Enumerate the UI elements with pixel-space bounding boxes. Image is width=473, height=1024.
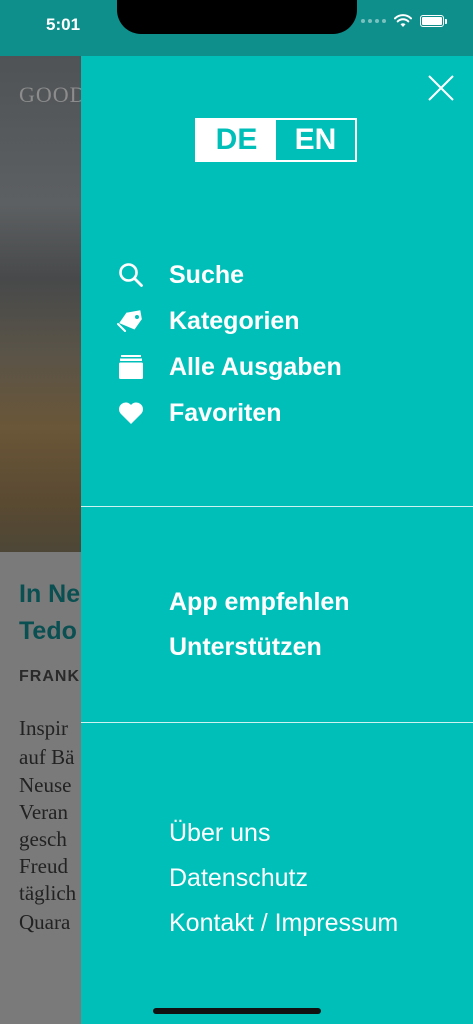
- menu-item-label: Favoriten: [169, 398, 282, 427]
- article-body-line: Veran: [19, 800, 68, 824]
- article-body-line: Neuse: [19, 773, 72, 797]
- language-de-button[interactable]: DE: [197, 120, 276, 160]
- close-icon[interactable]: [427, 74, 455, 102]
- article-body-line: Freud: [19, 854, 68, 878]
- article-body-line: gesch: [19, 827, 67, 851]
- tag-icon: [117, 307, 145, 335]
- menu-item-label: Suche: [169, 260, 245, 289]
- article-body-line: Inspir: [19, 716, 68, 740]
- menu-item-label: Alle Ausgaben: [169, 352, 342, 381]
- heart-icon: [117, 399, 145, 427]
- contact-imprint-link[interactable]: Kontakt / Impressum: [169, 901, 398, 946]
- main-menu: Suche Kategorien Alle Ausgaben Favoriten: [117, 252, 342, 436]
- about-link[interactable]: Über uns: [169, 811, 398, 856]
- secondary-links: App empfehlen Unterstützen: [169, 580, 350, 670]
- divider: [81, 722, 473, 723]
- support-link[interactable]: Unterstützen: [169, 625, 350, 670]
- navigation-drawer: DE EN Suche Kategorien Alle Ausgaben Fav…: [81, 56, 473, 1024]
- article-author: FRANK: [19, 668, 80, 685]
- status-time: 5:01: [46, 15, 81, 34]
- archive-icon: [117, 353, 145, 381]
- home-indicator[interactable]: [153, 1008, 321, 1014]
- article-title-line-1: In Ne: [19, 580, 81, 608]
- recommend-app-link[interactable]: App empfehlen: [169, 580, 350, 625]
- device-notch: [117, 0, 357, 34]
- app-screen: GOOD In Ne Tedo FRANK Inspir auf Bä Neus…: [0, 0, 473, 1024]
- article-body-line: täglich: [19, 881, 77, 905]
- signal-icon: [361, 19, 386, 23]
- language-en-button[interactable]: EN: [276, 120, 355, 160]
- footer-links: Über uns Datenschutz Kontakt / Impressum: [169, 811, 398, 946]
- status-icons: [361, 14, 447, 28]
- language-switcher: DE EN: [195, 118, 357, 162]
- divider: [81, 506, 473, 507]
- menu-item-suche[interactable]: Suche: [117, 252, 342, 298]
- wifi-icon: [394, 14, 412, 27]
- privacy-link[interactable]: Datenschutz: [169, 856, 398, 901]
- menu-item-kategorien[interactable]: Kategorien: [117, 298, 342, 344]
- menu-item-alle-ausgaben[interactable]: Alle Ausgaben: [117, 344, 342, 390]
- article-body-line: auf Bä: [19, 745, 75, 769]
- search-icon: [117, 261, 145, 289]
- menu-item-label: Kategorien: [169, 306, 300, 335]
- menu-item-favoriten[interactable]: Favoriten: [117, 390, 342, 436]
- battery-icon: [420, 15, 447, 27]
- masthead-logo: GOOD: [19, 82, 81, 107]
- article-body-line: Quara: [19, 910, 71, 934]
- article-hero-image: [0, 55, 81, 552]
- article-title-line-2: Tedo: [19, 617, 77, 645]
- status-bar: 5:01: [0, 0, 473, 56]
